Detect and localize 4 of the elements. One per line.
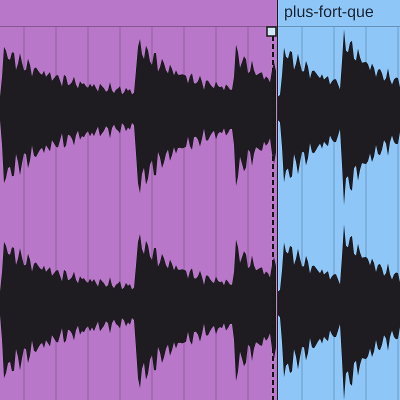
loop-end-marker-icon[interactable]: [266, 26, 277, 400]
clip-header[interactable]: plus-fort-que: [278, 0, 400, 27]
clip-header[interactable]: [0, 0, 277, 27]
clip-title: plus-fort-que: [284, 4, 374, 22]
